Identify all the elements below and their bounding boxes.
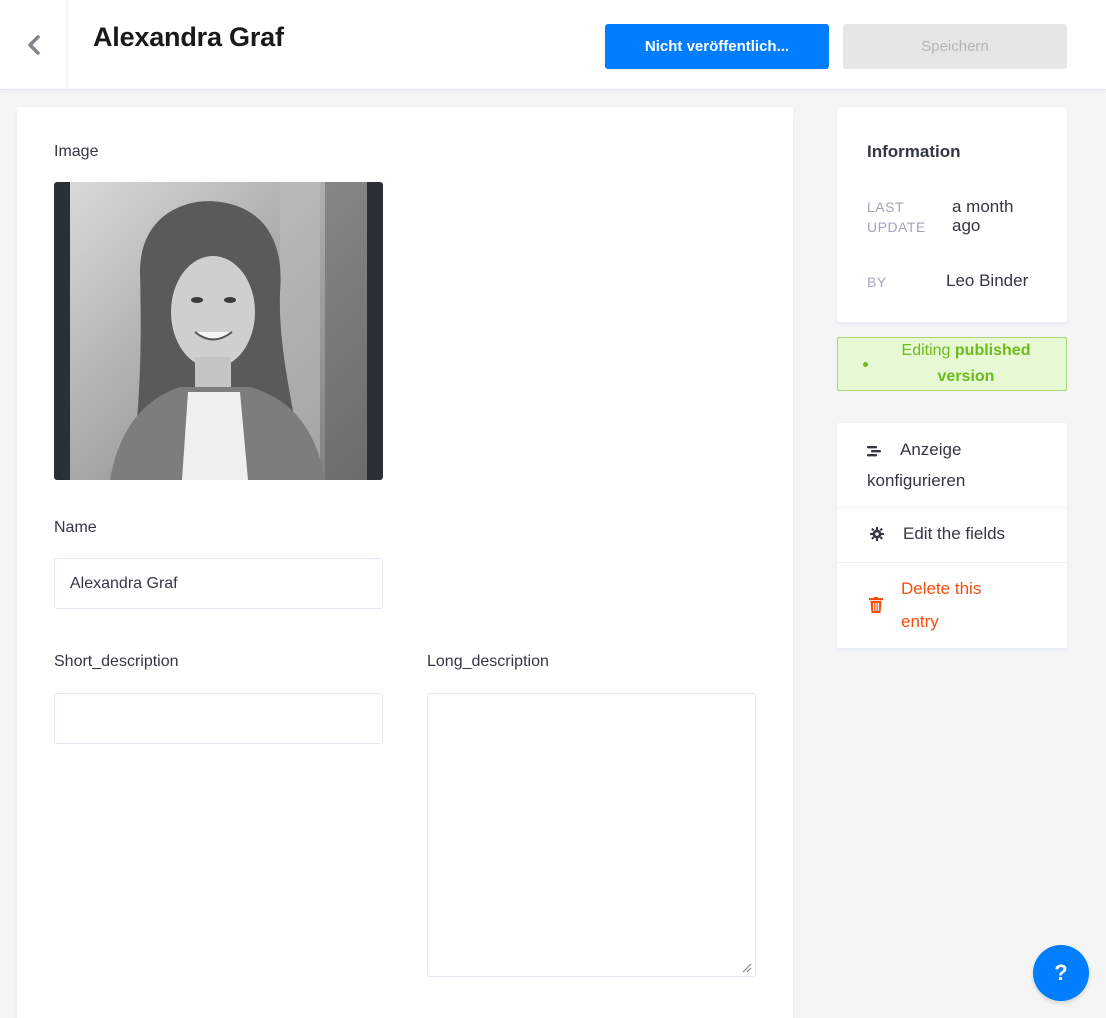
information-card: Information LAST UPDATE a month ago BY L…: [837, 107, 1067, 322]
image-preview[interactable]: [54, 182, 383, 480]
list-icon: [867, 446, 881, 457]
last-update-value-line1: a month: [952, 197, 1014, 216]
short-description-label: Short_description: [54, 653, 179, 670]
last-update-value: a month ago: [952, 197, 1013, 235]
configure-view-action[interactable]: Anzeige konfigurieren: [837, 434, 1067, 509]
by-value: Leo Binder: [946, 271, 1029, 290]
actions-card: Anzeige konfigurieren Edit the fields De…: [837, 423, 1067, 648]
editing-status-banner: Editing published version: [837, 337, 1067, 391]
last-update-key-line1: LAST: [867, 199, 905, 215]
status-bold: published: [954, 342, 1031, 359]
information-title: Information: [867, 142, 961, 161]
delete-label-line1: Delete this: [901, 579, 982, 598]
status-suffix: version: [937, 368, 995, 385]
edit-fields-label: Edit the fields: [903, 524, 1006, 543]
status-dot-icon: [863, 362, 868, 367]
status-prefix: Editing: [901, 342, 951, 359]
publish-button[interactable]: Nicht veröffentlich...: [605, 24, 829, 69]
delete-entry-action[interactable]: Delete this entry: [837, 573, 1067, 641]
back-button[interactable]: [0, 0, 68, 90]
page-title: Alexandra Graf: [93, 22, 284, 52]
action-divider: [837, 507, 1067, 508]
name-label: Name: [54, 519, 97, 536]
edit-fields-action[interactable]: Edit the fields: [837, 518, 1067, 558]
configure-label-line1: Anzeige: [900, 440, 962, 459]
configure-label-line2: konfigurieren: [867, 471, 966, 490]
gear-icon: [870, 527, 884, 541]
by-key: BY: [867, 274, 887, 290]
header-bar: Alexandra Graf Nicht veröffentlich... Sp…: [0, 0, 1106, 90]
long-description-textarea[interactable]: [427, 693, 756, 977]
last-update-key-line2: UPDATE: [867, 219, 926, 235]
portrait-photo: [70, 182, 367, 480]
edit-form-card: Image Name Alexandra Graf Short_descript…: [17, 107, 793, 1018]
save-button[interactable]: Speichern: [843, 24, 1067, 69]
help-button[interactable]: ?: [1033, 945, 1089, 1001]
portrait-illustration: [70, 182, 367, 480]
action-divider: [837, 562, 1067, 563]
long-description-label: Long_description: [427, 653, 549, 670]
delete-label-line2: entry: [901, 612, 939, 631]
last-update-value-line2: ago: [952, 216, 981, 235]
short-description-input[interactable]: [54, 693, 383, 744]
trash-icon: [869, 597, 883, 613]
chevron-left-icon: [27, 35, 40, 55]
name-input[interactable]: Alexandra Graf: [54, 558, 383, 609]
status-text: Editing published version: [876, 338, 1056, 390]
last-update-key: LAST UPDATE: [867, 197, 926, 237]
image-label: Image: [54, 143, 99, 160]
resize-grip-icon[interactable]: [740, 961, 752, 973]
